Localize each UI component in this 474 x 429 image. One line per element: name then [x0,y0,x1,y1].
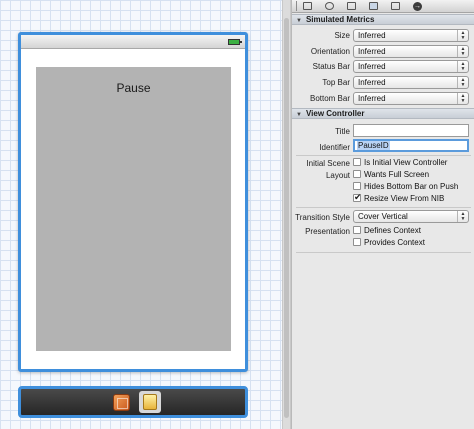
section-title: View Controller [305,109,365,118]
popup-value: Inferred [358,94,386,103]
inspector-tab-bar: → [292,0,474,13]
divider [296,252,471,253]
title-label: Title [335,127,350,136]
hides-bottom-bar-row[interactable]: Hides Bottom Bar on Push [353,182,458,192]
checkbox-label: Is Initial View Controller [364,158,448,167]
status-bar-label: Status Bar [312,62,350,71]
title-field[interactable] [353,124,469,137]
simulated-metrics-header[interactable]: ▼ Simulated Metrics [292,14,474,25]
scrollbar-thumb[interactable] [284,18,289,418]
section-title: Simulated Metrics [305,15,375,24]
presentation-label: Presentation [305,227,350,236]
status-bar-popup[interactable]: Inferred ▲ ▼ [353,60,469,73]
wants-full-screen-checkbox[interactable] [353,170,361,178]
popup-value: Inferred [358,31,386,40]
quick-help-icon[interactable] [325,2,334,10]
is-initial-checkbox[interactable] [353,158,361,166]
defines-context-checkbox[interactable] [353,226,361,234]
layout-label: Layout [325,171,350,180]
popup-arrows-icon: ▲ ▼ [457,211,468,222]
size-popup[interactable]: Inferred ▲ ▼ [353,29,469,42]
first-responder-cube-icon[interactable] [113,394,130,411]
initial-scene-label: Initial Scene [306,159,350,168]
popup-arrows-icon: ▲ ▼ [457,46,468,57]
identifier-label: Identifier [319,143,350,152]
transition-style-popup[interactable]: Cover Vertical ▲ ▼ [353,210,469,223]
canvas-scrollbar[interactable] [282,0,291,429]
transition-style-label: Transition Style [295,213,350,222]
provides-context-checkbox[interactable] [353,238,361,246]
defines-context-row[interactable]: Defines Context [353,226,421,236]
checkbox-label: Resize View From NIB [364,194,445,203]
disclosure-triangle-icon[interactable]: ▼ [296,111,302,120]
resize-from-nib-checkbox[interactable] [353,192,362,202]
disclosure-triangle-icon[interactable]: ▼ [296,17,302,26]
orientation-popup[interactable]: Inferred ▲ ▼ [353,45,469,58]
identity-inspector-icon[interactable] [347,2,356,10]
popup-value: Inferred [358,78,386,87]
top-bar-popup[interactable]: Inferred ▲ ▼ [353,76,469,89]
divider [296,155,471,156]
simulated-status-bar [21,35,245,49]
bottom-bar-popup[interactable]: Inferred ▲ ▼ [353,92,469,105]
view-controller-icon [143,394,157,410]
identifier-field[interactable]: PauseID [353,139,469,152]
connections-inspector-icon[interactable]: → [413,2,422,11]
popup-value: Inferred [358,62,386,71]
size-inspector-icon[interactable] [391,2,400,10]
checkbox-label: Defines Context [364,226,421,235]
popup-arrows-icon: ▲ ▼ [457,77,468,88]
view-controller-header[interactable]: ▼ View Controller [292,108,474,119]
checkbox-label: Hides Bottom Bar on Push [364,182,459,191]
scene-dock [18,386,248,418]
provides-context-row[interactable]: Provides Context [353,238,425,248]
popup-arrows-icon: ▲ ▼ [457,93,468,104]
identifier-value: PauseID [357,141,390,150]
pause-label[interactable]: Pause [36,81,231,95]
battery-icon [228,39,242,45]
resize-from-nib-row[interactable]: Resize View From NIB [353,192,445,204]
storyboard-canvas[interactable]: Pause [0,0,282,429]
content-view[interactable]: Pause [36,67,231,351]
orientation-label: Orientation [310,47,350,56]
wants-full-screen-row[interactable]: Wants Full Screen [353,170,429,180]
view-controller-scene[interactable]: Pause [18,32,248,372]
checkbox-label: Wants Full Screen [364,170,430,179]
checkbox-label: Provides Context [364,238,425,247]
popup-value: Inferred [358,47,386,56]
file-inspector-icon[interactable] [303,2,312,10]
popup-value: Cover Vertical [358,212,408,221]
attributes-inspector-icon[interactable] [369,2,378,10]
divider [296,207,471,208]
attributes-inspector: → ▼ Simulated Metrics Size Inferred ▲ ▼ Or… [291,0,474,429]
popup-arrows-icon: ▲ ▼ [457,30,468,41]
is-initial-checkbox-row[interactable]: Is Initial View Controller [353,158,447,168]
top-bar-label: Top Bar [322,78,350,87]
size-label: Size [334,31,350,40]
hides-bottom-bar-checkbox[interactable] [353,182,361,190]
view-controller-dock-item[interactable] [139,391,161,413]
popup-arrows-icon: ▲ ▼ [457,61,468,72]
tab-divider [296,1,297,11]
bottom-bar-label: Bottom Bar [309,94,350,103]
